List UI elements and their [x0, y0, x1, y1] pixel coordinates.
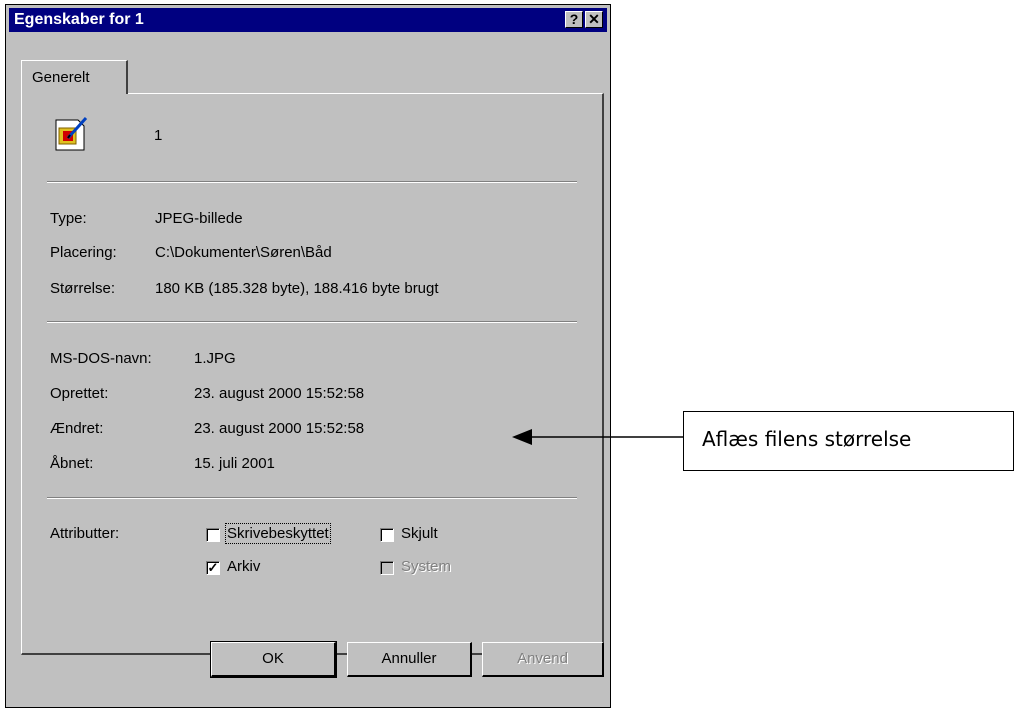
system-checkbox [380, 561, 394, 575]
size-label: Størrelse: [50, 280, 116, 297]
separator [47, 497, 577, 499]
help-button[interactable]: ? [565, 11, 583, 28]
type-value: JPEG-billede [155, 210, 243, 227]
modified-label: Ændret: [50, 420, 104, 437]
hidden-checkbox[interactable] [380, 528, 394, 542]
ok-button[interactable]: OK [210, 641, 337, 678]
apply-button: Anvend [482, 642, 604, 677]
attributes-label: Attributter: [50, 525, 120, 542]
separator [47, 181, 577, 183]
readonly-checkbox-label[interactable]: Skrivebeskyttet [225, 523, 331, 544]
cancel-button[interactable]: Annuller [347, 642, 472, 677]
title-bar[interactable]: Egenskaber for 1 ? ✕ [9, 8, 607, 32]
modified-value: 23. august 2000 15:52:58 [194, 420, 365, 437]
window-title: Egenskaber for 1 [14, 11, 144, 28]
hidden-checkbox-label[interactable]: Skjult [401, 525, 438, 542]
system-checkbox-label: System [401, 558, 452, 575]
archive-checkbox[interactable]: ✓ [206, 561, 220, 575]
general-tab-panel: 1 Type: JPEG-billede Placering: C:\Dokum… [21, 93, 604, 655]
size-value: 180 KB (185.328 byte), 188.416 byte brug… [155, 280, 439, 297]
type-label: Type: [50, 210, 87, 227]
properties-dialog: Egenskaber for 1 ? ✕ Generelt 1 Type: JP… [5, 4, 611, 708]
accessed-value: 15. juli 2001 [194, 455, 275, 472]
location-label: Placering: [50, 244, 117, 261]
readonly-checkbox[interactable] [206, 528, 220, 542]
location-value: C:\Dokumenter\Søren\Båd [155, 244, 332, 261]
msdos-name-value: 1.JPG [194, 350, 236, 367]
close-button[interactable]: ✕ [585, 11, 603, 28]
created-label: Oprettet: [50, 385, 109, 402]
separator [47, 321, 577, 323]
created-value: 23. august 2000 15:52:58 [194, 385, 365, 402]
annotation-callout: Aflæs filens størrelse [683, 411, 1014, 471]
msdos-name-label: MS-DOS-navn: [50, 350, 152, 367]
jpeg-image-file-icon [55, 116, 88, 151]
left-arrow-icon [512, 429, 683, 445]
accessed-label: Åbnet: [50, 455, 94, 472]
archive-checkbox-label[interactable]: Arkiv [227, 558, 260, 575]
tab-generelt[interactable]: Generelt [21, 60, 128, 94]
file-name: 1 [154, 127, 163, 144]
